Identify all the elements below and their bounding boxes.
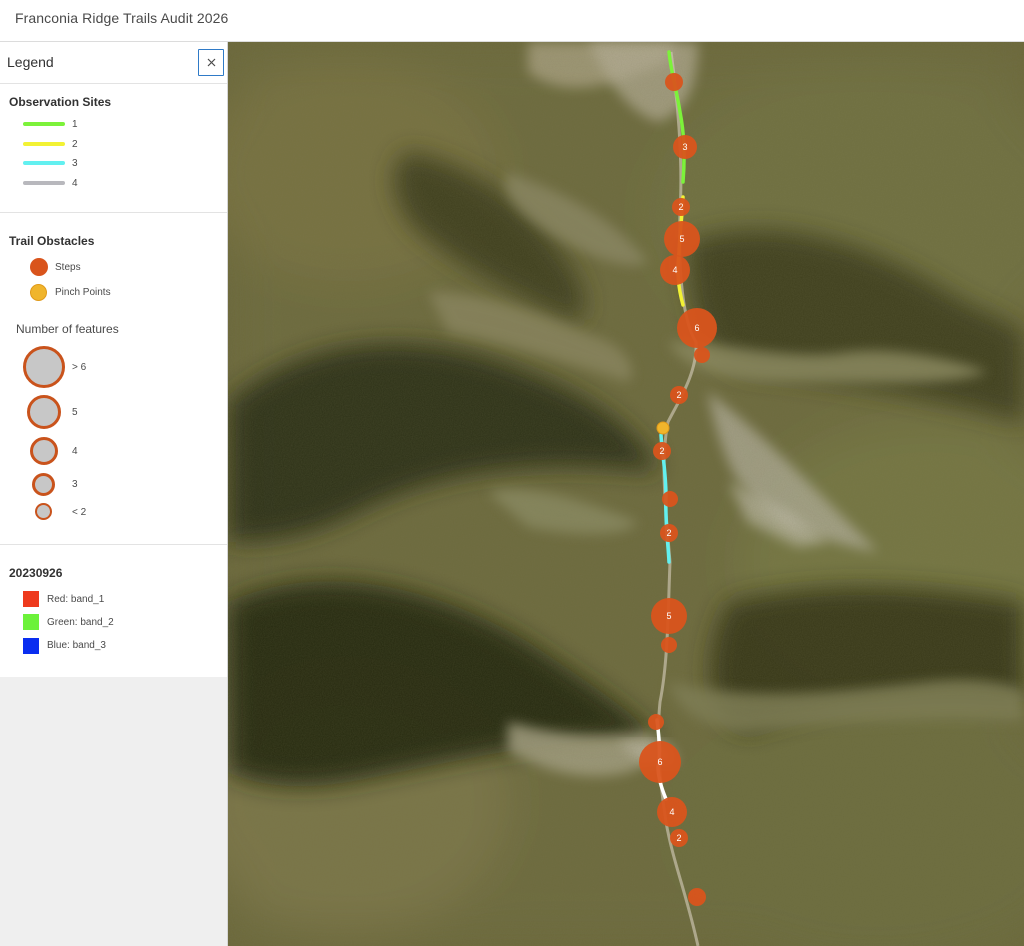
steps-cluster[interactable]	[688, 888, 706, 906]
legend-panel: Legend Observation Sites 1 2 3 4 Trail O…	[0, 42, 228, 946]
site-2-label: 2	[72, 139, 78, 150]
steps-cluster-count: 2	[678, 202, 683, 212]
steps-label: Steps	[55, 262, 81, 273]
steps-cluster-count: 5	[679, 234, 684, 244]
red-band-swatch	[23, 591, 39, 607]
close-legend-button[interactable]	[198, 49, 224, 76]
pinch-points-label: Pinch Points	[55, 287, 111, 298]
site-4-label: 4	[72, 178, 78, 189]
site-4-swatch	[23, 181, 65, 185]
steps-cluster-count: 5	[666, 611, 671, 621]
green-band-swatch	[23, 614, 39, 630]
steps-cluster-count: 2	[676, 390, 681, 400]
aerial-basemap[interactable]: 3 2 5 4 6 2 2 2 5 6 4 2	[228, 42, 1024, 946]
steps-cluster-count: 4	[672, 265, 677, 275]
size-class-symbol	[35, 503, 52, 520]
steps-cluster-count: 6	[694, 323, 699, 333]
steps-cluster-count: 3	[682, 142, 687, 152]
size-class-label: 4	[72, 446, 78, 457]
size-class-label: 3	[72, 479, 78, 490]
trail-obstacles-title: Trail Obstacles	[9, 234, 95, 248]
app-header: Franconia Ridge Trails Audit 2026	[0, 0, 1024, 42]
steps-cluster-count: 2	[676, 833, 681, 843]
steps-cluster-count: 2	[666, 528, 671, 538]
green-band-label: Green: band_2	[47, 617, 114, 628]
legend-title: Legend	[7, 54, 54, 70]
site-1-label: 1	[72, 119, 78, 130]
steps-cluster[interactable]	[661, 637, 677, 653]
close-icon	[207, 58, 216, 67]
observation-sites-title: Observation Sites	[9, 95, 112, 109]
site-1-swatch	[23, 122, 65, 126]
app-title: Franconia Ridge Trails Audit 2026	[15, 10, 229, 26]
steps-symbol	[30, 258, 48, 276]
legend-header: Legend	[0, 42, 227, 84]
feature-count-title: Number of features	[16, 322, 119, 336]
site-3-label: 3	[72, 158, 78, 169]
steps-cluster-count: 2	[659, 446, 664, 456]
size-class-symbol	[30, 437, 58, 465]
size-class-symbol	[27, 395, 61, 429]
pinch-points-symbol	[30, 284, 47, 301]
size-class-label: < 2	[72, 507, 87, 518]
site-2-swatch	[23, 142, 65, 146]
divider	[0, 212, 227, 213]
blue-band-label: Blue: band_3	[47, 640, 106, 651]
red-band-label: Red: band_1	[47, 594, 105, 605]
steps-cluster[interactable]	[665, 73, 683, 91]
size-class-label: > 6	[72, 362, 87, 373]
steps-cluster-count: 6	[657, 757, 662, 767]
site-3-swatch	[23, 161, 65, 165]
size-class-symbol	[32, 473, 55, 496]
legend-content: Legend Observation Sites 1 2 3 4 Trail O…	[0, 42, 227, 677]
divider	[0, 544, 227, 545]
pinch-points-cluster[interactable]	[656, 421, 670, 435]
steps-cluster[interactable]	[694, 347, 710, 363]
size-class-symbol	[23, 346, 65, 388]
blue-band-swatch	[23, 638, 39, 654]
size-class-label: 5	[72, 407, 78, 418]
raster-title: 20230926	[9, 566, 63, 580]
steps-cluster-count: 4	[669, 807, 674, 817]
steps-cluster[interactable]	[662, 491, 678, 507]
steps-cluster[interactable]	[648, 714, 664, 730]
map-view[interactable]: 3 2 5 4 6 2 2 2 5 6 4 2	[228, 42, 1024, 946]
